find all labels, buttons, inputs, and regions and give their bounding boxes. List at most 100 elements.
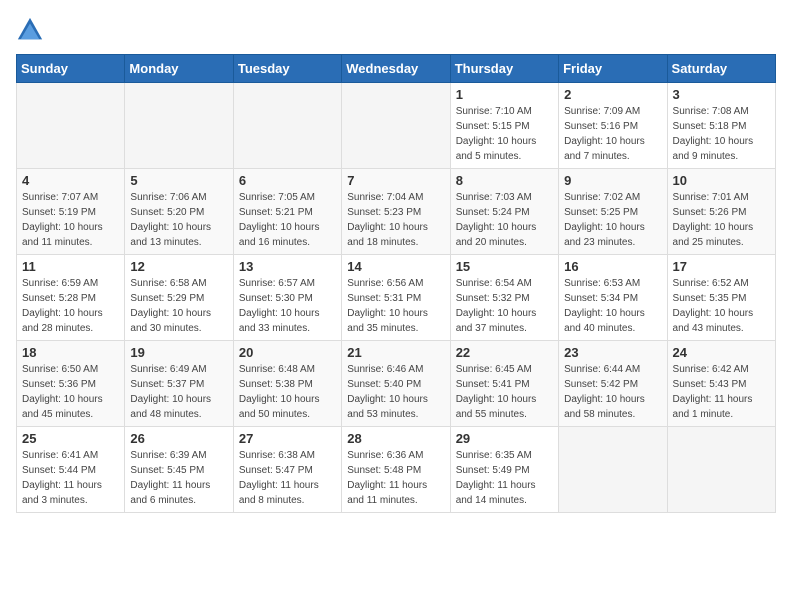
day-info: Sunrise: 7:08 AM Sunset: 5:18 PM Dayligh…: [673, 104, 770, 164]
calendar-cell: 7 Sunrise: 7:04 AM Sunset: 5:23 PM Daylig…: [342, 169, 450, 255]
calendar-cell: [559, 427, 667, 513]
logo: [16, 16, 48, 44]
day-header-friday: Friday: [559, 55, 667, 83]
calendar-week-2: 4Sunrise: 7:07 AM Sunset: 5:19 PM Daylig…: [17, 169, 776, 255]
day-info: Sunrise: 7:10 AM Sunset: 5:15 PM Dayligh…: [456, 104, 553, 164]
day-info: Sunrise: 6:49 AM Sunset: 5:37 PM Dayligh…: [130, 362, 227, 422]
calendar-cell: 13Sunrise: 6:57 AM Sunset: 5:30 PM Dayli…: [233, 255, 341, 341]
calendar-cell: 15Sunrise: 6:54 AM Sunset: 5:32 PM Dayli…: [450, 255, 558, 341]
day-number: 11: [22, 259, 119, 274]
day-number: 19: [130, 345, 227, 360]
day-info: Sunrise: 7:02 AM Sunset: 5:25 PM Dayligh…: [564, 190, 661, 250]
day-number: 23: [564, 345, 661, 360]
day-number: 20: [239, 345, 336, 360]
day-info: Sunrise: 6:48 AM Sunset: 5:38 PM Dayligh…: [239, 362, 336, 422]
calendar-cell: 28 Sunrise: 6:36 AM Sunset: 5:48 PM Dayli…: [342, 427, 450, 513]
day-header-wednesday: Wednesday: [342, 55, 450, 83]
calendar-cell: 10 Sunrise: 7:01 AM Sunset: 5:26 PM Dayli…: [667, 169, 775, 255]
calendar-cell: 20 Sunrise: 6:48 AM Sunset: 5:38 PM Dayli…: [233, 341, 341, 427]
day-number: 6: [239, 173, 336, 188]
calendar-cell: 27 Sunrise: 6:38 AM Sunset: 5:47 PM Dayli…: [233, 427, 341, 513]
day-info: Sunrise: 7:06 AM Sunset: 5:20 PM Dayligh…: [130, 190, 227, 250]
calendar-cell: 1 Sunrise: 7:10 AM Sunset: 5:15 PM Daylig…: [450, 83, 558, 169]
calendar-cell: 2 Sunrise: 7:09 AM Sunset: 5:16 PM Daylig…: [559, 83, 667, 169]
day-header-thursday: Thursday: [450, 55, 558, 83]
calendar-cell: 25 Sunrise: 6:41 AM Sunset: 5:44 PM Dayli…: [17, 427, 125, 513]
day-info: Sunrise: 6:58 AM Sunset: 5:29 PM Dayligh…: [130, 276, 227, 336]
calendar-cell: 29 Sunrise: 6:35 AM Sunset: 5:49 PM Dayli…: [450, 427, 558, 513]
calendar-cell: 22Sunrise: 6:45 AM Sunset: 5:41 PM Dayli…: [450, 341, 558, 427]
day-number: 2: [564, 87, 661, 102]
calendar-cell: 4Sunrise: 7:07 AM Sunset: 5:19 PM Daylig…: [17, 169, 125, 255]
day-info: Sunrise: 6:35 AM Sunset: 5:49 PM Dayligh…: [456, 448, 553, 508]
day-number: 5: [130, 173, 227, 188]
calendar-cell: 11 Sunrise: 6:59 AM Sunset: 5:28 PM Dayli…: [17, 255, 125, 341]
calendar-cell: [125, 83, 233, 169]
calendar-cell: 5 Sunrise: 7:06 AM Sunset: 5:20 PM Daylig…: [125, 169, 233, 255]
day-info: Sunrise: 7:05 AM Sunset: 5:21 PM Dayligh…: [239, 190, 336, 250]
day-info: Sunrise: 6:50 AM Sunset: 5:36 PM Dayligh…: [22, 362, 119, 422]
day-number: 28: [347, 431, 444, 446]
calendar-cell: [17, 83, 125, 169]
day-number: 16: [564, 259, 661, 274]
day-info: Sunrise: 7:07 AM Sunset: 5:19 PM Dayligh…: [22, 190, 119, 250]
calendar-cell: 3 Sunrise: 7:08 AM Sunset: 5:18 PM Daylig…: [667, 83, 775, 169]
calendar-table: SundayMondayTuesdayWednesdayThursdayFrid…: [16, 54, 776, 513]
calendar-week-5: 25 Sunrise: 6:41 AM Sunset: 5:44 PM Dayli…: [17, 427, 776, 513]
calendar-header-row: SundayMondayTuesdayWednesdayThursdayFrid…: [17, 55, 776, 83]
calendar-week-3: 11 Sunrise: 6:59 AM Sunset: 5:28 PM Dayli…: [17, 255, 776, 341]
day-info: Sunrise: 6:52 AM Sunset: 5:35 PM Dayligh…: [673, 276, 770, 336]
calendar-cell: 21 Sunrise: 6:46 AM Sunset: 5:40 PM Dayli…: [342, 341, 450, 427]
day-header-tuesday: Tuesday: [233, 55, 341, 83]
day-info: Sunrise: 6:41 AM Sunset: 5:44 PM Dayligh…: [22, 448, 119, 508]
day-number: 29: [456, 431, 553, 446]
calendar-cell: 9 Sunrise: 7:02 AM Sunset: 5:25 PM Daylig…: [559, 169, 667, 255]
day-number: 10: [673, 173, 770, 188]
day-info: Sunrise: 6:46 AM Sunset: 5:40 PM Dayligh…: [347, 362, 444, 422]
day-number: 13: [239, 259, 336, 274]
day-number: 15: [456, 259, 553, 274]
calendar-cell: 19 Sunrise: 6:49 AM Sunset: 5:37 PM Dayli…: [125, 341, 233, 427]
day-number: 25: [22, 431, 119, 446]
calendar-cell: 6 Sunrise: 7:05 AM Sunset: 5:21 PM Daylig…: [233, 169, 341, 255]
calendar-cell: 26 Sunrise: 6:39 AM Sunset: 5:45 PM Dayli…: [125, 427, 233, 513]
calendar-week-4: 18 Sunrise: 6:50 AM Sunset: 5:36 PM Dayli…: [17, 341, 776, 427]
calendar-cell: [667, 427, 775, 513]
day-info: Sunrise: 6:36 AM Sunset: 5:48 PM Dayligh…: [347, 448, 444, 508]
day-number: 9: [564, 173, 661, 188]
day-info: Sunrise: 6:44 AM Sunset: 5:42 PM Dayligh…: [564, 362, 661, 422]
day-info: Sunrise: 6:53 AM Sunset: 5:34 PM Dayligh…: [564, 276, 661, 336]
day-info: Sunrise: 6:39 AM Sunset: 5:45 PM Dayligh…: [130, 448, 227, 508]
day-number: 3: [673, 87, 770, 102]
day-header-sunday: Sunday: [17, 55, 125, 83]
calendar-cell: [233, 83, 341, 169]
header: [16, 16, 776, 44]
calendar-cell: [342, 83, 450, 169]
day-number: 12: [130, 259, 227, 274]
day-number: 27: [239, 431, 336, 446]
calendar-cell: 17 Sunrise: 6:52 AM Sunset: 5:35 PM Dayli…: [667, 255, 775, 341]
day-info: Sunrise: 7:01 AM Sunset: 5:26 PM Dayligh…: [673, 190, 770, 250]
day-info: Sunrise: 6:59 AM Sunset: 5:28 PM Dayligh…: [22, 276, 119, 336]
calendar-cell: 8Sunrise: 7:03 AM Sunset: 5:24 PM Daylig…: [450, 169, 558, 255]
day-number: 26: [130, 431, 227, 446]
calendar-cell: 14 Sunrise: 6:56 AM Sunset: 5:31 PM Dayli…: [342, 255, 450, 341]
calendar-cell: 23 Sunrise: 6:44 AM Sunset: 5:42 PM Dayli…: [559, 341, 667, 427]
day-number: 17: [673, 259, 770, 274]
day-number: 14: [347, 259, 444, 274]
day-number: 1: [456, 87, 553, 102]
day-info: Sunrise: 7:09 AM Sunset: 5:16 PM Dayligh…: [564, 104, 661, 164]
calendar-cell: 24Sunrise: 6:42 AM Sunset: 5:43 PM Dayli…: [667, 341, 775, 427]
day-info: Sunrise: 7:04 AM Sunset: 5:23 PM Dayligh…: [347, 190, 444, 250]
day-info: Sunrise: 6:38 AM Sunset: 5:47 PM Dayligh…: [239, 448, 336, 508]
day-number: 21: [347, 345, 444, 360]
day-number: 18: [22, 345, 119, 360]
day-header-saturday: Saturday: [667, 55, 775, 83]
calendar-cell: 12 Sunrise: 6:58 AM Sunset: 5:29 PM Dayli…: [125, 255, 233, 341]
day-number: 24: [673, 345, 770, 360]
calendar-cell: 18 Sunrise: 6:50 AM Sunset: 5:36 PM Dayli…: [17, 341, 125, 427]
day-info: Sunrise: 6:56 AM Sunset: 5:31 PM Dayligh…: [347, 276, 444, 336]
day-number: 7: [347, 173, 444, 188]
calendar-cell: 16 Sunrise: 6:53 AM Sunset: 5:34 PM Dayli…: [559, 255, 667, 341]
day-header-monday: Monday: [125, 55, 233, 83]
